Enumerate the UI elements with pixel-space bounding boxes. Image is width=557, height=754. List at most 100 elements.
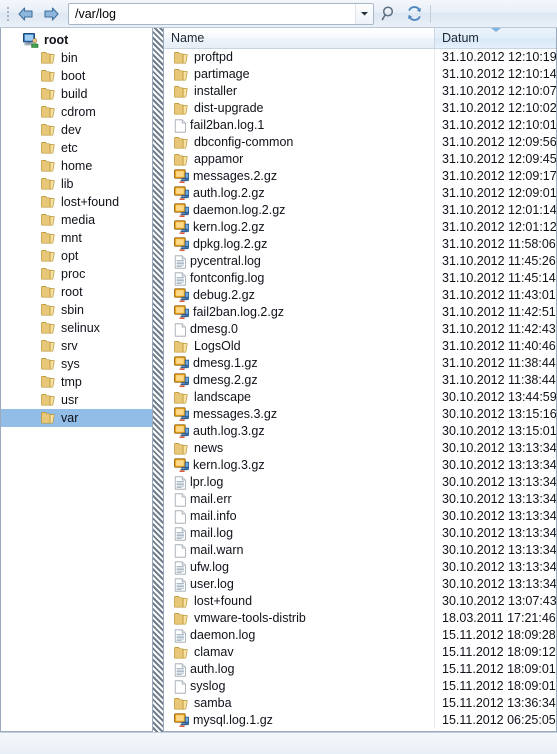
file-name-cell[interactable]: ufw.log [164, 559, 434, 576]
back-button[interactable] [12, 2, 38, 26]
tree-item-bin[interactable]: bin [1, 49, 152, 67]
tree-item-sbin[interactable]: sbin [1, 301, 152, 319]
file-name-cell[interactable]: mail.info [164, 508, 434, 525]
file-name-cell[interactable]: samba [164, 695, 434, 712]
file-name-cell[interactable]: mail.warn [164, 542, 434, 559]
table-row[interactable]: fail2ban.log.2.gz 31.10.2012 11:42:51 [164, 304, 556, 321]
table-row[interactable]: syslog 15.11.2012 18:09:01 [164, 678, 556, 695]
folder-tree-pane[interactable]: root bin boot build cdrom dev etc home lib lost+… [0, 28, 152, 732]
tree-item-cdrom[interactable]: cdrom [1, 103, 152, 121]
table-row[interactable]: proftpd 31.10.2012 12:10:19 [164, 49, 556, 66]
tree-item-media[interactable]: media [1, 211, 152, 229]
table-row[interactable]: mail.info 30.10.2012 13:13:34 [164, 508, 556, 525]
file-list-pane[interactable]: Name Datum proftpd 31.10.2012 12:10:19 par… [164, 28, 557, 732]
table-row[interactable]: user.log 30.10.2012 13:13:34 [164, 576, 556, 593]
tree-item-tmp[interactable]: tmp [1, 373, 152, 391]
file-name-cell[interactable]: mail.log [164, 525, 434, 542]
file-name-cell[interactable]: dpkg.log.2.gz [164, 236, 434, 253]
path-dropdown-button[interactable] [355, 3, 373, 24]
table-row[interactable]: dpkg.log.2.gz 31.10.2012 11:58:06 [164, 236, 556, 253]
table-row[interactable]: pycentral.log 31.10.2012 11:45:26 [164, 253, 556, 270]
file-name-cell[interactable]: dbconfig-common [164, 134, 434, 151]
table-row[interactable]: dmesg.1.gz 31.10.2012 11:38:44 [164, 355, 556, 372]
file-name-cell[interactable]: dist-upgrade [164, 100, 434, 117]
tree-item-proc[interactable]: proc [1, 265, 152, 283]
table-row[interactable]: kern.log.3.gz 30.10.2012 13:13:34 [164, 457, 556, 474]
file-name-cell[interactable]: kern.log.3.gz [164, 457, 434, 474]
table-row[interactable]: auth.log.2.gz 31.10.2012 12:09:01 [164, 185, 556, 202]
file-name-cell[interactable]: mail.err [164, 491, 434, 508]
column-header-name[interactable]: Name [164, 28, 434, 48]
table-row[interactable]: messages.3.gz 30.10.2012 13:15:16 [164, 406, 556, 423]
file-name-cell[interactable]: fontconfig.log [164, 270, 434, 287]
table-row[interactable]: dist-upgrade 31.10.2012 12:10:02 [164, 100, 556, 117]
table-row[interactable]: messages.2.gz 31.10.2012 12:09:17 [164, 168, 556, 185]
pane-splitter[interactable] [152, 28, 164, 732]
tree-item-selinux[interactable]: selinux [1, 319, 152, 337]
file-name-cell[interactable]: proftpd [164, 49, 434, 66]
file-name-cell[interactable]: lpr.log [164, 474, 434, 491]
tree-item-usr[interactable]: usr [1, 391, 152, 409]
file-name-cell[interactable]: lost+found [164, 593, 434, 610]
file-name-cell[interactable]: debug.2.gz [164, 287, 434, 304]
file-name-cell[interactable]: kern.log.2.gz [164, 219, 434, 236]
file-name-cell[interactable]: messages.2.gz [164, 168, 434, 185]
tree-item-boot[interactable]: boot [1, 67, 152, 85]
tree-item-build[interactable]: build [1, 85, 152, 103]
table-row[interactable]: mysql.log.1.gz 15.11.2012 06:25:05 [164, 712, 556, 729]
tree-item-root[interactable]: root [1, 31, 152, 49]
forward-button[interactable] [38, 2, 64, 26]
file-name-cell[interactable]: auth.log [164, 661, 434, 678]
table-row[interactable]: samba 15.11.2012 13:36:34 [164, 695, 556, 712]
table-row[interactable]: mail.warn 30.10.2012 13:13:34 [164, 542, 556, 559]
table-row[interactable]: daemon.log.2.gz 31.10.2012 12:01:14 [164, 202, 556, 219]
table-row[interactable]: dmesg.0 31.10.2012 11:42:43 [164, 321, 556, 338]
tree-item-var[interactable]: var [1, 409, 152, 427]
file-name-cell[interactable]: messages.3.gz [164, 406, 434, 423]
table-row[interactable]: dmesg.2.gz 31.10.2012 11:38:44 [164, 372, 556, 389]
file-name-cell[interactable]: dmesg.1.gz [164, 355, 434, 372]
tree-item-lost-found[interactable]: lost+found [1, 193, 152, 211]
path-bar[interactable] [68, 2, 374, 25]
table-row[interactable]: vmware-tools-distrib 18.03.2011 17:21:46 [164, 610, 556, 627]
file-name-cell[interactable]: vmware-tools-distrib [164, 610, 434, 627]
file-name-cell[interactable]: daemon.log [164, 627, 434, 644]
file-name-cell[interactable]: auth.log.3.gz [164, 423, 434, 440]
file-name-cell[interactable]: partimage [164, 66, 434, 83]
tree-item-sys[interactable]: sys [1, 355, 152, 373]
file-name-cell[interactable]: LogsOld [164, 338, 434, 355]
file-name-cell[interactable]: clamav [164, 644, 434, 661]
file-name-cell[interactable]: dmesg.0 [164, 321, 434, 338]
file-name-cell[interactable]: user.log [164, 576, 434, 593]
table-row[interactable]: debug.2.gz 31.10.2012 11:43:01 [164, 287, 556, 304]
file-name-cell[interactable]: fail2ban.log.1 [164, 117, 434, 134]
search-button[interactable] [377, 2, 401, 26]
column-header-datum[interactable]: Datum [434, 28, 556, 48]
file-name-cell[interactable]: syslog [164, 678, 434, 695]
table-row[interactable]: partimage 31.10.2012 12:10:14 [164, 66, 556, 83]
table-row[interactable]: ufw.log 30.10.2012 13:13:34 [164, 559, 556, 576]
table-row[interactable]: appamor 31.10.2012 12:09:45 [164, 151, 556, 168]
table-row[interactable]: clamav 15.11.2012 18:09:12 [164, 644, 556, 661]
file-name-cell[interactable]: daemon.log.2.gz [164, 202, 434, 219]
path-input[interactable] [69, 5, 355, 22]
tree-item-root[interactable]: root [1, 283, 152, 301]
table-row[interactable]: auth.log.3.gz 30.10.2012 13:15:01 [164, 423, 556, 440]
table-row[interactable]: landscape 30.10.2012 13:44:59 [164, 389, 556, 406]
tree-item-etc[interactable]: etc [1, 139, 152, 157]
file-name-cell[interactable]: pycentral.log [164, 253, 434, 270]
table-row[interactable]: daemon.log 15.11.2012 18:09:28 [164, 627, 556, 644]
file-name-cell[interactable]: appamor [164, 151, 434, 168]
table-row[interactable]: LogsOld 31.10.2012 11:40:46 [164, 338, 556, 355]
table-row[interactable]: installer 31.10.2012 12:10:07 [164, 83, 556, 100]
toolbar-grip[interactable] [4, 4, 11, 24]
table-row[interactable]: fontconfig.log 31.10.2012 11:45:14 [164, 270, 556, 287]
refresh-button[interactable] [402, 2, 426, 26]
tree-item-lib[interactable]: lib [1, 175, 152, 193]
tree-item-home[interactable]: home [1, 157, 152, 175]
table-row[interactable]: auth.log 15.11.2012 18:09:01 [164, 661, 556, 678]
table-row[interactable]: kern.log.2.gz 31.10.2012 12:01:12 [164, 219, 556, 236]
table-row[interactable]: lost+found 30.10.2012 13:07:43 [164, 593, 556, 610]
tree-item-opt[interactable]: opt [1, 247, 152, 265]
file-name-cell[interactable]: dmesg.2.gz [164, 372, 434, 389]
